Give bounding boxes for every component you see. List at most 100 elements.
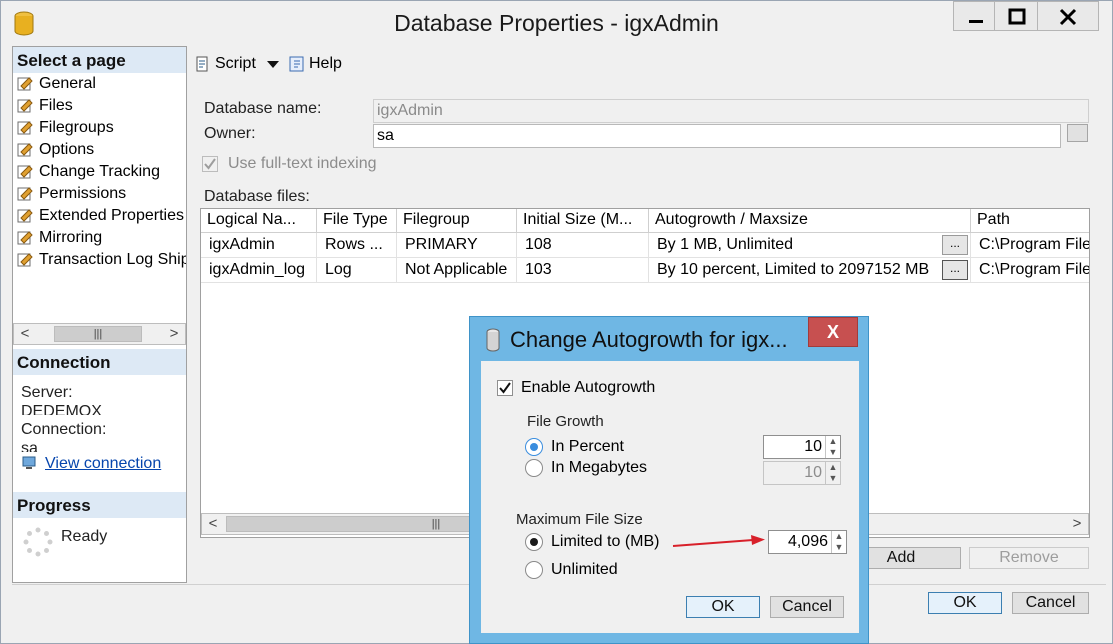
sidebar-item-label: General [39, 75, 96, 92]
sidebar-item-files[interactable]: Files [13, 95, 186, 117]
autogrowth-ellipsis-button[interactable]: ... [942, 260, 968, 280]
scroll-right-icon[interactable]: > [1066, 514, 1088, 534]
cell-initial-size[interactable]: 103 [517, 258, 649, 283]
checkmark-icon [499, 382, 511, 394]
owner-browse-button[interactable] [1067, 124, 1088, 142]
limited-to-row: Limited to (MB) [525, 533, 659, 551]
checkmark-icon [204, 158, 216, 170]
sidebar-scrollbar[interactable]: < ||| > [13, 323, 186, 345]
dialog-close-button[interactable]: X [808, 317, 858, 347]
progress-header: Progress [13, 492, 186, 518]
column-header-initial-size[interactable]: Initial Size (M... [517, 209, 649, 233]
enable-autogrowth-checkbox[interactable] [497, 380, 513, 396]
in-percent-radio[interactable] [525, 438, 543, 456]
scroll-left-icon[interactable]: < [14, 324, 36, 344]
sidebar-item-general[interactable]: General [13, 73, 186, 95]
title-bar: Database Properties - igxAdmin [1, 1, 1112, 45]
limited-to-label: Limited to (MB) [551, 533, 660, 550]
select-page-header: Select a page [13, 47, 186, 73]
minimize-button[interactable] [953, 1, 999, 31]
spinner-arrows: ▲ ▼ [825, 462, 840, 484]
database-files-label: Database files: [204, 188, 310, 205]
view-connection-row: View connection [21, 455, 161, 473]
scrollbar-thumb[interactable]: ||| [54, 326, 142, 342]
limited-to-radio[interactable] [525, 533, 543, 551]
view-connection-link[interactable]: View connection [45, 455, 161, 473]
ok-button[interactable]: OK [928, 592, 1002, 614]
script-label: Script [215, 55, 256, 72]
cell-file-type[interactable]: Rows ... [317, 233, 397, 258]
cell-path[interactable]: C:\Program Files [971, 233, 1089, 258]
sidebar-item-mirroring[interactable]: Mirroring [13, 227, 186, 249]
help-label: Help [309, 55, 342, 72]
scroll-left-icon[interactable]: < [202, 514, 224, 534]
in-megabytes-radio[interactable] [525, 459, 543, 477]
cell-filegroup[interactable]: Not Applicable [397, 258, 517, 283]
change-autogrowth-dialog: Change Autogrowth for igx... X Enable Au… [469, 316, 869, 644]
sidebar-item-permissions[interactable]: Permissions [13, 183, 186, 205]
script-button[interactable]: Script [194, 55, 280, 73]
sidebar-item-transaction-log-shipping[interactable]: Transaction Log Shipping [13, 249, 186, 271]
spin-up-icon[interactable]: ▲ [832, 531, 846, 542]
unlimited-row: Unlimited [525, 561, 618, 579]
spinner-arrows[interactable]: ▲ ▼ [831, 531, 846, 553]
progress-status: Ready [61, 528, 108, 545]
close-window-button[interactable] [1037, 1, 1099, 31]
autogrowth-ellipsis-button[interactable]: ... [942, 235, 968, 255]
spin-down-icon[interactable]: ▼ [832, 542, 846, 553]
column-header-filegroup[interactable]: Filegroup [397, 209, 517, 233]
cell-filegroup[interactable]: PRIMARY [397, 233, 517, 258]
cancel-button[interactable]: Cancel [1012, 592, 1089, 614]
page-icon [17, 121, 33, 135]
help-button[interactable]: Help [288, 55, 342, 73]
cell-autogrowth[interactable]: By 10 percent, Limited to 2097152 MB [649, 258, 971, 283]
scroll-right-icon[interactable]: > [163, 324, 185, 344]
page-icon [17, 77, 33, 91]
page-icon [17, 253, 33, 267]
owner-label: Owner: [204, 125, 256, 142]
sidebar-item-label: Extended Properties [39, 207, 184, 224]
column-header-logical-name[interactable]: Logical Na... [201, 209, 317, 233]
spin-up-icon[interactable]: ▲ [826, 436, 840, 447]
maximize-button[interactable] [994, 1, 1040, 31]
dropdown-arrow-icon[interactable] [266, 59, 280, 69]
dialog-cancel-button[interactable]: Cancel [770, 596, 844, 618]
cell-autogrowth[interactable]: By 1 MB, Unlimited [649, 233, 971, 258]
spin-down-icon: ▼ [828, 473, 838, 483]
unlimited-radio[interactable] [525, 561, 543, 579]
sidebar-item-label: Filegroups [39, 119, 114, 136]
database-icon [486, 328, 500, 352]
column-header-autogrowth[interactable]: Autogrowth / Maxsize [649, 209, 971, 233]
in-percent-value: 10 [804, 438, 822, 455]
sidebar-item-filegroups[interactable]: Filegroups [13, 117, 186, 139]
script-icon [196, 56, 208, 72]
owner-field[interactable]: sa [373, 124, 1061, 148]
cell-path[interactable]: C:\Program Files [971, 258, 1089, 283]
in-percent-spinner[interactable]: 10 ▲ ▼ [763, 435, 841, 459]
server-label: Server: [21, 384, 73, 401]
sidebar-item-label: Transaction Log Shipping [39, 251, 186, 268]
dialog-body: Enable Autogrowth File Growth In Percent… [481, 361, 859, 633]
progress-spinner-icon [23, 527, 53, 557]
sidebar-item-options[interactable]: Options [13, 139, 186, 161]
connection-properties-icon [22, 456, 36, 469]
sidebar-item-label: Mirroring [39, 229, 103, 246]
cell-file-type[interactable]: Log [317, 258, 397, 283]
spinner-arrows[interactable]: ▲ ▼ [825, 436, 840, 458]
cell-logical-name[interactable]: igxAdmin [201, 233, 317, 258]
limited-to-spinner[interactable]: 4,096 ▲ ▼ [768, 530, 847, 554]
toolbar: Script Help [187, 46, 1107, 84]
database-name-label: Database name: [204, 100, 322, 117]
annotation-arrow [672, 535, 765, 547]
sidebar-item-extended-properties[interactable]: Extended Properties [13, 205, 186, 227]
spin-down-icon[interactable]: ▼ [826, 447, 840, 458]
dialog-ok-button[interactable]: OK [686, 596, 760, 618]
sidebar-item-change-tracking[interactable]: Change Tracking [13, 161, 186, 183]
file-growth-label: File Growth [527, 413, 604, 430]
unlimited-label: Unlimited [551, 561, 618, 578]
cell-initial-size[interactable]: 108 [517, 233, 649, 258]
cell-logical-name[interactable]: igxAdmin_log [201, 258, 317, 283]
connection-value: sa [21, 440, 38, 452]
column-header-file-type[interactable]: File Type [317, 209, 397, 233]
column-header-path[interactable]: Path [971, 209, 1089, 233]
